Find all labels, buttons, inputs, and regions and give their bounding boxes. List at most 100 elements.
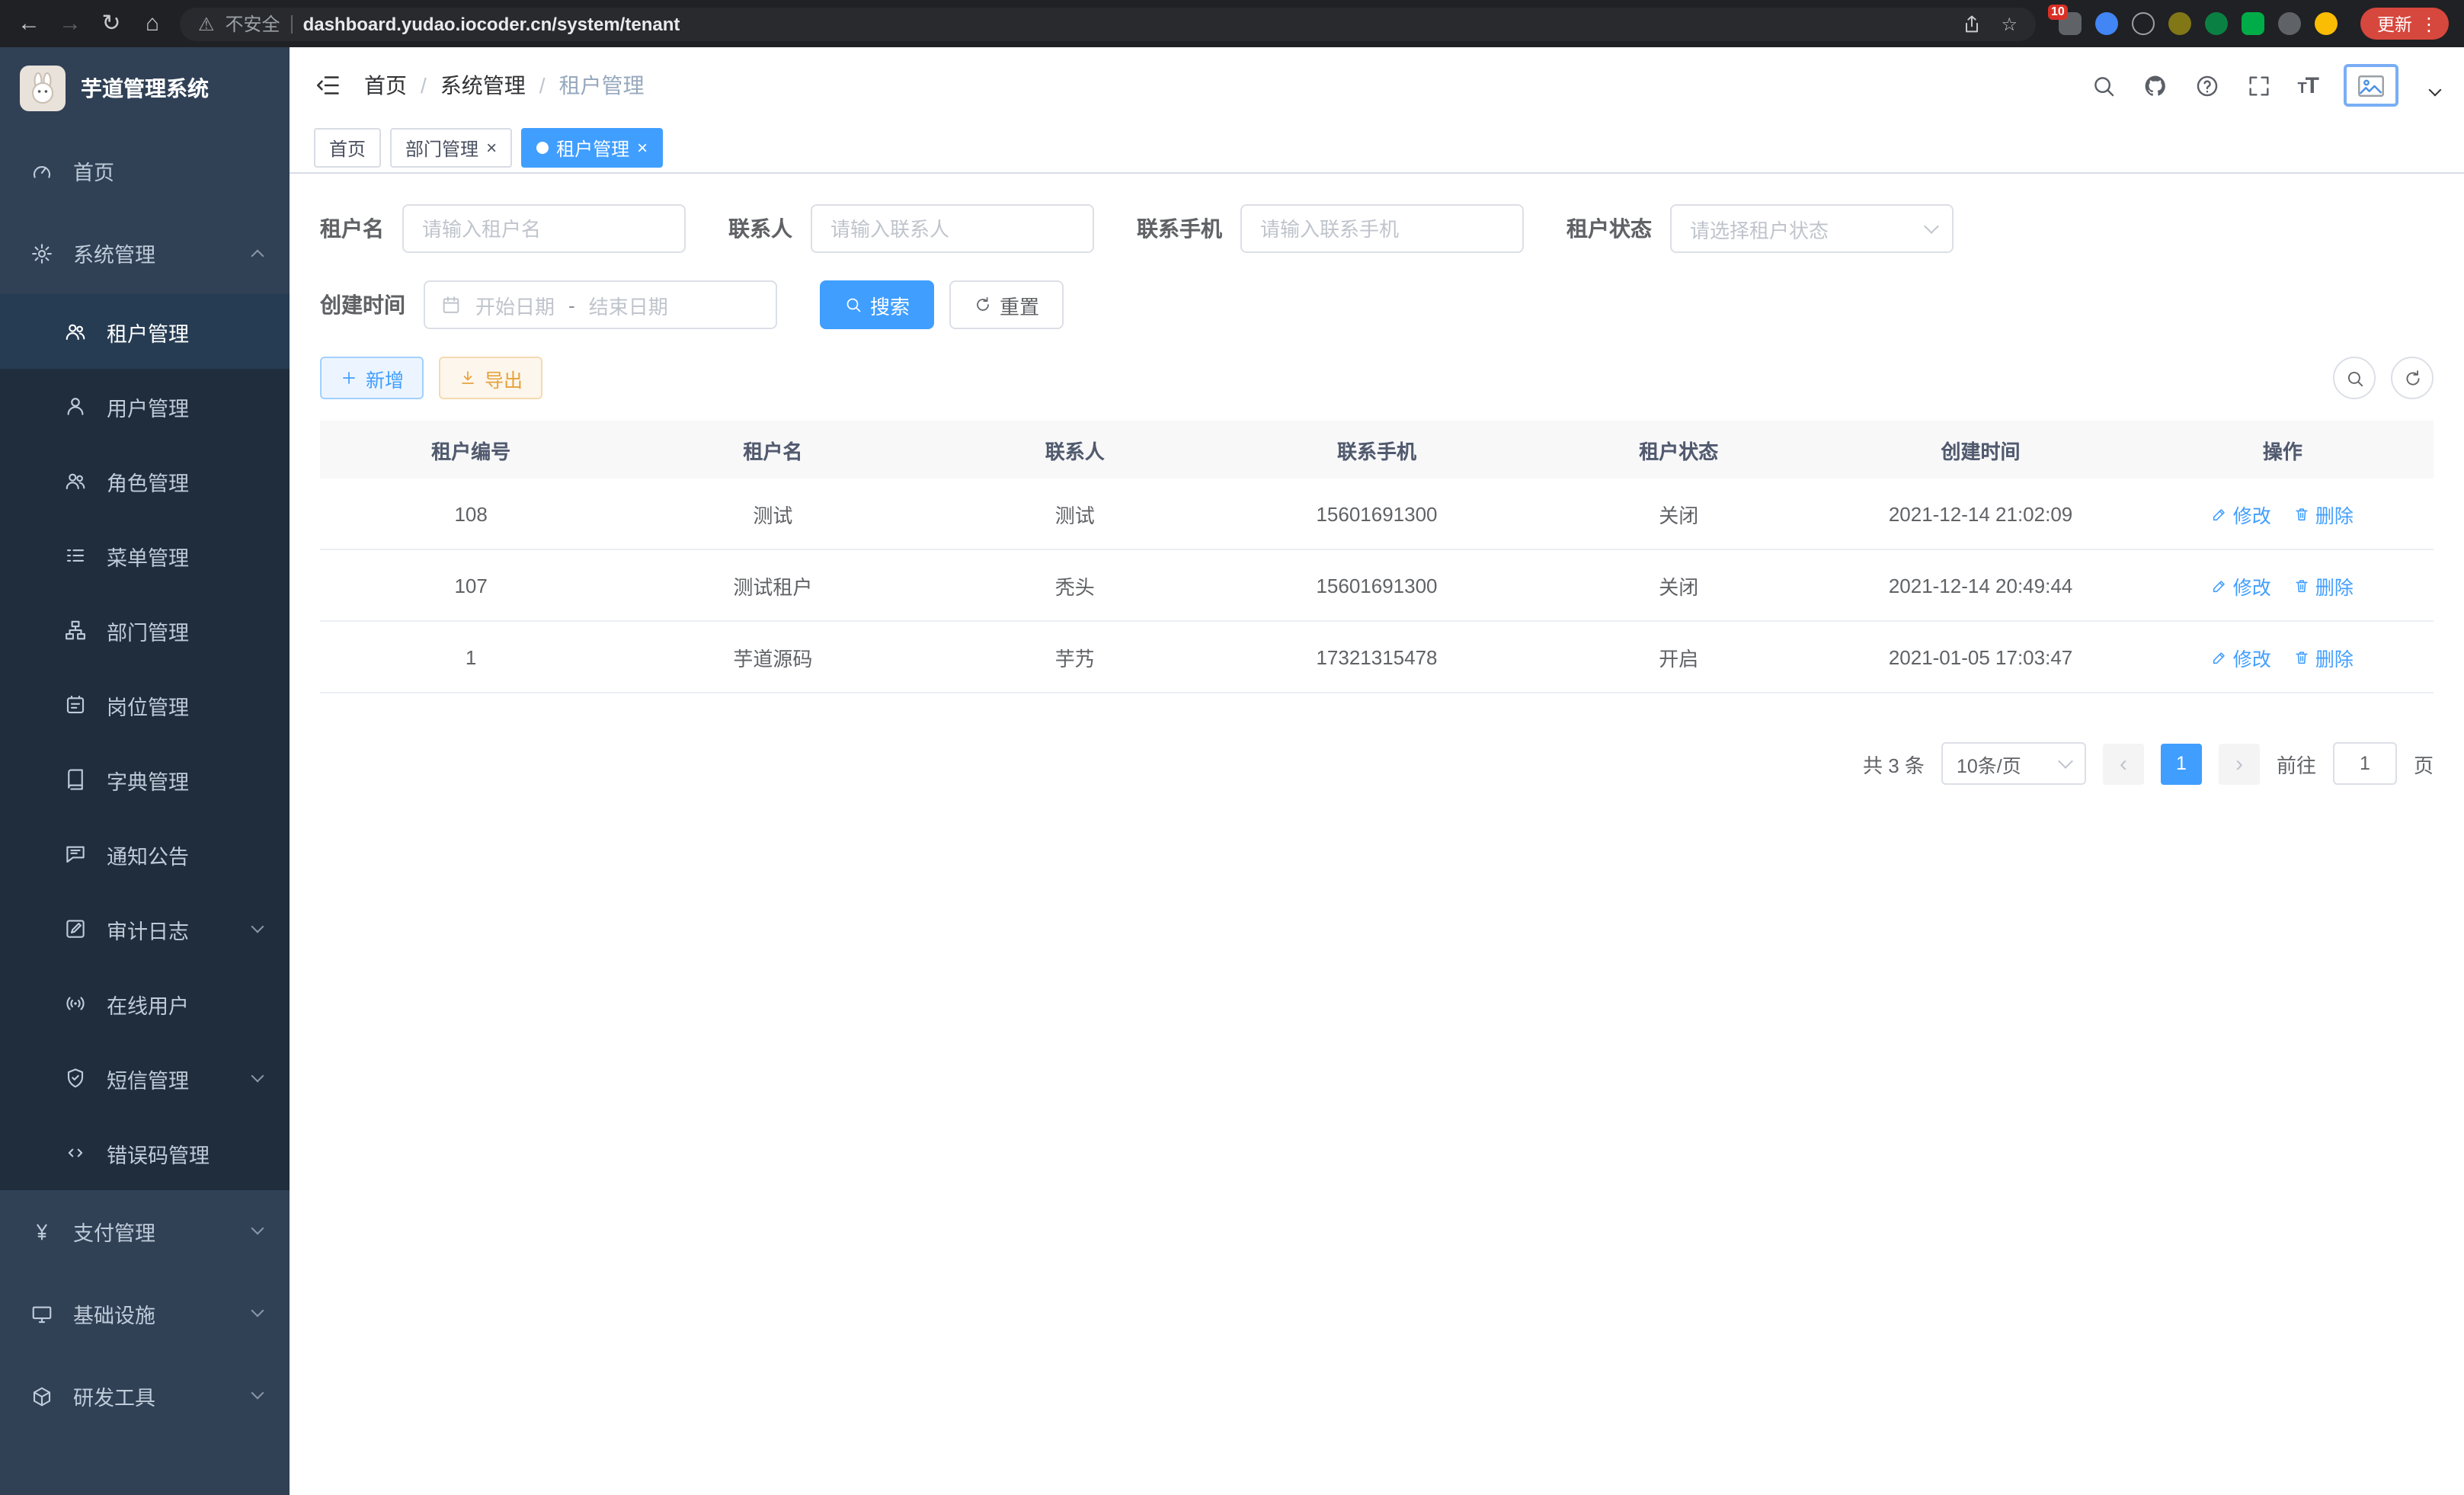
extension-icon[interactable]: [2132, 12, 2155, 35]
github-icon[interactable]: [2142, 72, 2168, 98]
plus-icon: [340, 369, 358, 387]
active-dot-icon: [536, 142, 549, 154]
sidebar-item-sms[interactable]: 短信管理: [0, 1041, 290, 1116]
sidebar-item-home[interactable]: 首页: [0, 130, 290, 212]
search-button[interactable]: 搜索: [820, 280, 934, 329]
trash-icon: [2294, 505, 2311, 522]
tab-home[interactable]: 首页: [314, 128, 381, 168]
extension-icon[interactable]: [2095, 12, 2118, 35]
profile-avatar-icon[interactable]: [2315, 12, 2338, 35]
collapse-sidebar-icon[interactable]: [314, 72, 341, 99]
close-icon[interactable]: ×: [637, 139, 648, 157]
sidebar-item-dept[interactable]: 部门管理: [0, 593, 290, 667]
export-button[interactable]: 导出: [439, 357, 542, 399]
app-shell: 芋道管理系统 首页 系统管理 租户管理 用户管理 角色管理: [0, 47, 2464, 1495]
sidebar-item-user[interactable]: 用户管理: [0, 369, 290, 443]
extension-icon[interactable]: [2168, 12, 2191, 35]
chevron-down-icon: [251, 1069, 264, 1082]
edit-link[interactable]: 修改: [2212, 571, 2271, 600]
date-start-placeholder: 开始日期: [475, 290, 555, 319]
refresh-table-button[interactable]: [2391, 357, 2434, 399]
sidebar-item-notice[interactable]: 通知公告: [0, 817, 290, 892]
address-bar[interactable]: ⚠ 不安全 dashboard.yudao.iocoder.cn/system/…: [180, 7, 2036, 40]
goto-page-input[interactable]: [2333, 742, 2397, 785]
search-icon: [844, 296, 862, 314]
extension-badge: 10: [2048, 5, 2068, 20]
sidebar-item-online-users[interactable]: 在线用户: [0, 966, 290, 1041]
browser-menu-icon[interactable]: ⋮: [2420, 13, 2438, 34]
tenant-name-label: 租户名: [320, 213, 384, 244]
mobile-input[interactable]: [1240, 204, 1524, 253]
sidebar-item-label: 基础设施: [73, 1298, 155, 1329]
tenant-table: 租户编号 租户名 联系人 联系手机 租户状态 创建时间 操作 108 测试 测试…: [320, 421, 2434, 693]
cell-status: 关闭: [1528, 499, 1829, 528]
next-page-button[interactable]: ›: [2219, 743, 2260, 784]
chevron-down-icon: [251, 1305, 264, 1317]
sidebar-item-label: 字典管理: [107, 764, 189, 795]
extension-icon[interactable]: 10: [2059, 12, 2082, 35]
sidebar-item-system[interactable]: 系统管理: [0, 212, 290, 294]
status-select[interactable]: 请选择租户状态: [1670, 204, 1954, 253]
date-range-picker[interactable]: 开始日期 - 结束日期: [424, 280, 777, 329]
sidebar-item-dev-tools[interactable]: 研发工具: [0, 1355, 290, 1437]
dictionary-book-icon: [64, 768, 87, 791]
browser-reload-icon[interactable]: ↻: [98, 12, 125, 35]
tenant-name-input[interactable]: [402, 204, 686, 253]
extension-icon[interactable]: [2242, 12, 2264, 35]
reset-button[interactable]: 重置: [949, 280, 1064, 329]
browser-back-icon[interactable]: ←: [15, 12, 43, 35]
fullscreen-icon[interactable]: [2245, 72, 2271, 98]
column-header: 联系手机: [1226, 435, 1528, 464]
mobile-label: 联系手机: [1137, 213, 1222, 244]
help-question-icon[interactable]: [2194, 72, 2219, 98]
browser-forward-icon[interactable]: →: [56, 12, 84, 35]
font-size-icon[interactable]: TT: [2297, 72, 2318, 98]
toggle-search-button[interactable]: [2333, 357, 2376, 399]
search-icon[interactable]: [2090, 72, 2116, 98]
sidebar-item-label: 审计日志: [107, 914, 189, 944]
current-page-button[interactable]: 1: [2161, 743, 2202, 784]
breadcrumb-item[interactable]: 首页: [364, 70, 407, 101]
sidebar-item-label: 角色管理: [107, 466, 189, 496]
share-icon[interactable]: [1961, 13, 1982, 34]
edit-link[interactable]: 修改: [2212, 642, 2271, 671]
avatar[interactable]: [2344, 64, 2398, 107]
add-button-label: 新增: [366, 363, 404, 392]
sidebar-item-audit-log[interactable]: 审计日志: [0, 892, 290, 966]
delete-link[interactable]: 删除: [2294, 642, 2354, 671]
edit-link[interactable]: 修改: [2212, 499, 2271, 528]
sidebar-item-infrastructure[interactable]: 基础设施: [0, 1273, 290, 1355]
export-button-label: 导出: [485, 363, 523, 392]
sidebar-item-payment[interactable]: 支付管理: [0, 1190, 290, 1273]
sidebar-item-tenant[interactable]: 租户管理: [0, 294, 290, 369]
contact-input[interactable]: [811, 204, 1094, 253]
delete-link[interactable]: 删除: [2294, 571, 2354, 600]
pencil-icon: [2212, 505, 2229, 522]
app-logo[interactable]: 芋道管理系统: [0, 47, 290, 130]
sidebar-item-dict[interactable]: 字典管理: [0, 742, 290, 817]
delete-link[interactable]: 删除: [2294, 499, 2354, 528]
add-button[interactable]: 新增: [320, 357, 424, 399]
tab-tenant[interactable]: 租户管理 ×: [521, 128, 663, 168]
sidebar-item-role[interactable]: 角色管理: [0, 443, 290, 518]
extension-icon[interactable]: [2205, 12, 2228, 35]
sidebar-item-menu[interactable]: 菜单管理: [0, 518, 290, 593]
tab-bar: 首页 部门管理 × 租户管理 ×: [290, 123, 2464, 174]
bookmark-star-icon[interactable]: ☆: [2001, 13, 2018, 34]
browser-update-button[interactable]: 更新 ⋮: [2360, 8, 2449, 40]
refresh-icon: [2402, 368, 2422, 388]
close-icon[interactable]: ×: [486, 139, 497, 157]
puzzle-extension-icon[interactable]: [2278, 12, 2301, 35]
sidebar-item-error-code[interactable]: 错误码管理: [0, 1116, 290, 1190]
prev-page-button[interactable]: ‹: [2103, 743, 2144, 784]
tab-dept[interactable]: 部门管理 ×: [390, 128, 512, 168]
sidebar-item-post[interactable]: 岗位管理: [0, 667, 290, 742]
goto-label: 前往: [2277, 749, 2316, 778]
page-size-select[interactable]: 10条/页: [1941, 742, 2086, 785]
browser-home-icon[interactable]: ⌂: [139, 12, 166, 35]
edit-label: 修改: [2233, 642, 2271, 671]
breadcrumb-item[interactable]: 系统管理: [440, 70, 526, 101]
user-menu-chevron-icon[interactable]: [2429, 84, 2442, 97]
chevron-down-icon: [251, 1222, 264, 1235]
main-area: 首页 / 系统管理 / 租户管理 TT: [290, 47, 2464, 1495]
